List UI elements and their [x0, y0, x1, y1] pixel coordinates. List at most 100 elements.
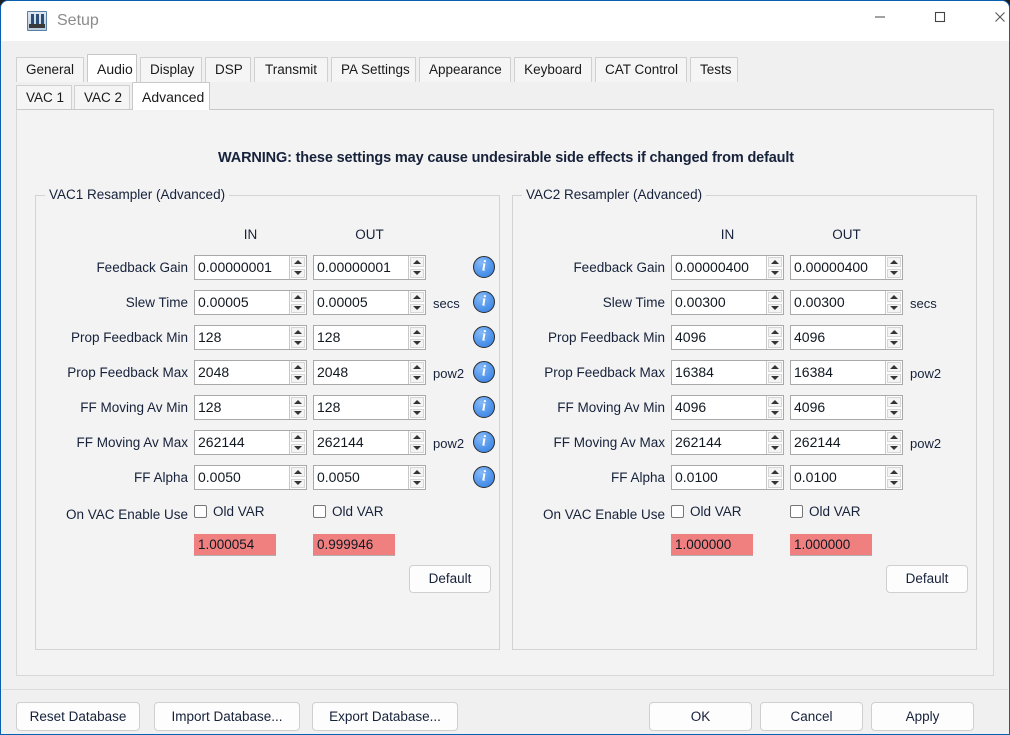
- spinner-value[interactable]: 0.0100: [791, 466, 885, 489]
- spinner-arrows[interactable]: [885, 326, 902, 349]
- cancel-button[interactable]: Cancel: [760, 702, 863, 731]
- spinner-down-icon[interactable]: [768, 443, 782, 453]
- spinner-prop-feedback-max-out[interactable]: 2048: [313, 360, 426, 385]
- spinner-value[interactable]: 0.00005: [314, 291, 408, 314]
- spinner-ff-moving-av-max-out[interactable]: 262144: [790, 430, 903, 455]
- spinner-up-icon[interactable]: [291, 397, 305, 407]
- spinner-arrows[interactable]: [408, 326, 425, 349]
- spinner-arrows[interactable]: [408, 466, 425, 489]
- spinner-value[interactable]: 4096: [791, 396, 885, 419]
- spinner-arrows[interactable]: [289, 256, 306, 279]
- info-icon-feedback-gain[interactable]: [473, 256, 495, 278]
- subtab-vac-2[interactable]: VAC 2: [74, 85, 130, 110]
- checkbox-old-var-out[interactable]: Old VAR: [790, 504, 861, 519]
- info-icon-ff-moving-av-min[interactable]: [473, 396, 495, 418]
- spinner-value[interactable]: 0.00000400: [672, 256, 766, 279]
- spinner-arrows[interactable]: [766, 361, 783, 384]
- spinner-up-icon[interactable]: [768, 362, 782, 372]
- spinner-value[interactable]: 0.00005: [195, 291, 289, 314]
- spinner-ff-moving-av-min-out[interactable]: 4096: [790, 395, 903, 420]
- spinner-arrows[interactable]: [766, 256, 783, 279]
- spinner-down-icon[interactable]: [410, 338, 424, 348]
- spinner-arrows[interactable]: [766, 431, 783, 454]
- spinner-ff-moving-av-min-in[interactable]: 4096: [671, 395, 784, 420]
- spinner-ff-alpha-in[interactable]: 0.0100: [671, 465, 784, 490]
- spinner-up-icon[interactable]: [887, 362, 901, 372]
- tab-appearance[interactable]: Appearance: [419, 57, 511, 82]
- spinner-value[interactable]: 128: [314, 326, 408, 349]
- spinner-down-icon[interactable]: [291, 443, 305, 453]
- spinner-up-icon[interactable]: [291, 327, 305, 337]
- spinner-value[interactable]: 0.00000001: [314, 256, 408, 279]
- subtab-advanced[interactable]: Advanced: [132, 82, 210, 110]
- info-icon-prop-feedback-min[interactable]: [473, 326, 495, 348]
- checkbox-box[interactable]: [194, 505, 207, 518]
- spinner-up-icon[interactable]: [887, 327, 901, 337]
- spinner-up-icon[interactable]: [768, 257, 782, 267]
- spinner-arrows[interactable]: [885, 396, 902, 419]
- spinner-up-icon[interactable]: [768, 292, 782, 302]
- spinner-up-icon[interactable]: [410, 257, 424, 267]
- spinner-ff-moving-av-min-out[interactable]: 128: [313, 395, 426, 420]
- spinner-up-icon[interactable]: [887, 432, 901, 442]
- spinner-arrows[interactable]: [885, 466, 902, 489]
- spinner-arrows[interactable]: [408, 396, 425, 419]
- spinner-up-icon[interactable]: [768, 432, 782, 442]
- spinner-arrows[interactable]: [885, 431, 902, 454]
- spinner-value[interactable]: 262144: [672, 431, 766, 454]
- spinner-down-icon[interactable]: [887, 338, 901, 348]
- default-button-vac1[interactable]: Default: [409, 565, 491, 593]
- checkbox-old-var-in[interactable]: Old VAR: [671, 504, 742, 519]
- spinner-arrows[interactable]: [289, 396, 306, 419]
- spinner-value[interactable]: 0.0050: [195, 466, 289, 489]
- spinner-down-icon[interactable]: [887, 443, 901, 453]
- spinner-ff-alpha-in[interactable]: 0.0050: [194, 465, 307, 490]
- spinner-value[interactable]: 128: [195, 326, 289, 349]
- info-icon-ff-alpha[interactable]: [473, 466, 495, 488]
- spinner-arrows[interactable]: [408, 256, 425, 279]
- checkbox-box[interactable]: [313, 505, 326, 518]
- spinner-prop-feedback-max-out[interactable]: 16384: [790, 360, 903, 385]
- spinner-slew-time-in[interactable]: 0.00005: [194, 290, 307, 315]
- spinner-arrows[interactable]: [885, 361, 902, 384]
- reset-database-button[interactable]: Reset Database: [16, 702, 140, 731]
- tab-audio[interactable]: Audio: [87, 54, 137, 82]
- spinner-up-icon[interactable]: [410, 362, 424, 372]
- spinner-ff-moving-av-max-in[interactable]: 262144: [671, 430, 784, 455]
- spinner-arrows[interactable]: [766, 396, 783, 419]
- spinner-up-icon[interactable]: [410, 327, 424, 337]
- spinner-up-icon[interactable]: [410, 397, 424, 407]
- default-button-vac2[interactable]: Default: [886, 565, 968, 593]
- spinner-arrows[interactable]: [885, 291, 902, 314]
- spinner-prop-feedback-min-out[interactable]: 128: [313, 325, 426, 350]
- spinner-up-icon[interactable]: [291, 362, 305, 372]
- spinner-down-icon[interactable]: [410, 303, 424, 313]
- spinner-value[interactable]: 0.00300: [791, 291, 885, 314]
- spinner-up-icon[interactable]: [887, 292, 901, 302]
- spinner-value[interactable]: 128: [314, 396, 408, 419]
- spinner-down-icon[interactable]: [768, 268, 782, 278]
- spinner-down-icon[interactable]: [887, 408, 901, 418]
- spinner-up-icon[interactable]: [887, 467, 901, 477]
- checkbox-old-var-out[interactable]: Old VAR: [313, 504, 384, 519]
- spinner-prop-feedback-min-in[interactable]: 4096: [671, 325, 784, 350]
- spinner-down-icon[interactable]: [768, 478, 782, 488]
- spinner-ff-alpha-out[interactable]: 0.0100: [790, 465, 903, 490]
- spinner-value[interactable]: 16384: [672, 361, 766, 384]
- export-database-button[interactable]: Export Database...: [312, 702, 458, 731]
- maximize-button[interactable]: [917, 1, 963, 33]
- spinner-feedback-gain-in[interactable]: 0.00000001: [194, 255, 307, 280]
- spinner-ff-moving-av-min-in[interactable]: 128: [194, 395, 307, 420]
- tab-dsp[interactable]: DSP: [205, 57, 251, 82]
- spinner-prop-feedback-min-out[interactable]: 4096: [790, 325, 903, 350]
- spinner-up-icon[interactable]: [410, 467, 424, 477]
- spinner-down-icon[interactable]: [291, 478, 305, 488]
- spinner-down-icon[interactable]: [887, 373, 901, 383]
- spinner-arrows[interactable]: [289, 291, 306, 314]
- spinner-arrows[interactable]: [289, 361, 306, 384]
- spinner-up-icon[interactable]: [887, 397, 901, 407]
- subtab-vac-1[interactable]: VAC 1: [16, 85, 72, 110]
- spinner-down-icon[interactable]: [410, 478, 424, 488]
- spinner-arrows[interactable]: [885, 256, 902, 279]
- spinner-down-icon[interactable]: [887, 303, 901, 313]
